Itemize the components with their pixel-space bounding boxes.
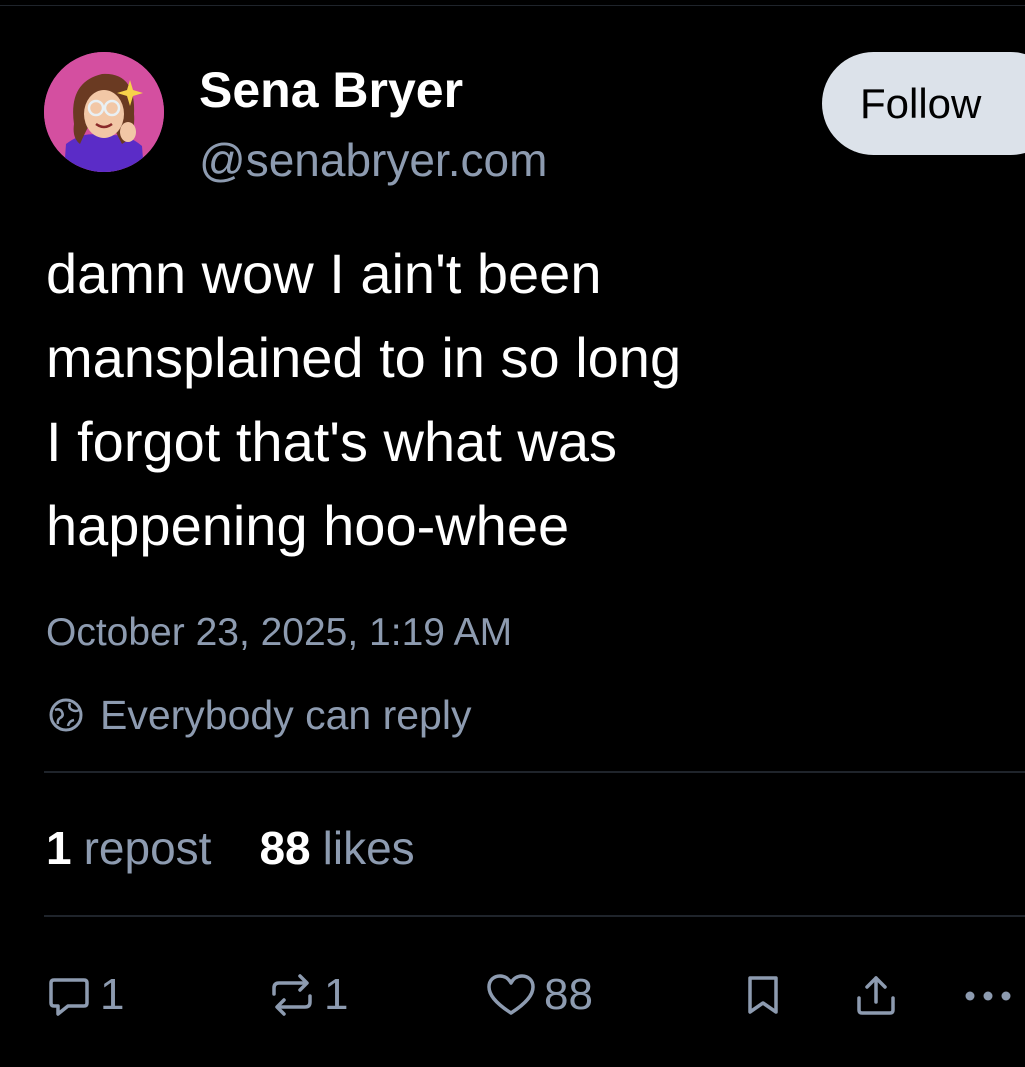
avatar[interactable] bbox=[44, 52, 164, 172]
reply-setting[interactable]: Everybody can reply bbox=[46, 688, 471, 742]
reply-count: 1 bbox=[100, 970, 125, 1019]
reply-icon bbox=[49, 978, 89, 1016]
post-text: damn wow I ain't been mansplained to in … bbox=[46, 232, 1006, 568]
like-count: 88 bbox=[544, 970, 593, 1019]
reposts-count: 1 bbox=[46, 822, 72, 874]
likes-count: 88 bbox=[259, 822, 311, 874]
repost-count: 1 bbox=[324, 970, 349, 1019]
bookmark-icon bbox=[748, 976, 778, 1014]
reply-button[interactable]: 1 bbox=[44, 966, 124, 1024]
likes-label: likes bbox=[322, 822, 415, 874]
share-icon bbox=[857, 976, 895, 1015]
post-text-line: happening hoo-whee bbox=[46, 494, 570, 557]
more-icon bbox=[965, 991, 1011, 1001]
likes-stat[interactable]: 88 likes bbox=[259, 821, 414, 875]
post-text-line: I forgot that's what was bbox=[46, 410, 617, 473]
post-text-line: mansplained to in so long bbox=[46, 326, 682, 389]
repost-icon bbox=[272, 974, 312, 1016]
reposts-label: repost bbox=[83, 822, 212, 874]
repost-button[interactable]: 1 bbox=[266, 966, 348, 1024]
post-timestamp[interactable]: October 23, 2025, 1:19 AM bbox=[46, 608, 512, 658]
author-handle[interactable]: @senabryer.com bbox=[199, 132, 547, 188]
divider bbox=[44, 915, 1025, 917]
author-display-name[interactable]: Sena Bryer bbox=[199, 60, 463, 120]
engagement-stats: 1 repost 88 likes bbox=[46, 818, 415, 878]
top-divider bbox=[0, 5, 1025, 6]
post-text-line: damn wow I ain't been bbox=[46, 242, 602, 305]
follow-button[interactable]: Follow bbox=[822, 52, 1025, 155]
like-button[interactable]: 88 bbox=[484, 966, 593, 1024]
avatar-illustration bbox=[44, 52, 164, 172]
more-options-button[interactable] bbox=[958, 966, 1018, 1024]
reposts-stat[interactable]: 1 repost bbox=[46, 821, 211, 875]
globe-icon bbox=[49, 698, 83, 732]
heart-icon bbox=[487, 974, 535, 1015]
share-button[interactable] bbox=[851, 966, 901, 1024]
reply-setting-label: Everybody can reply bbox=[100, 691, 472, 738]
bookmark-button[interactable] bbox=[738, 966, 788, 1024]
divider bbox=[44, 771, 1025, 773]
